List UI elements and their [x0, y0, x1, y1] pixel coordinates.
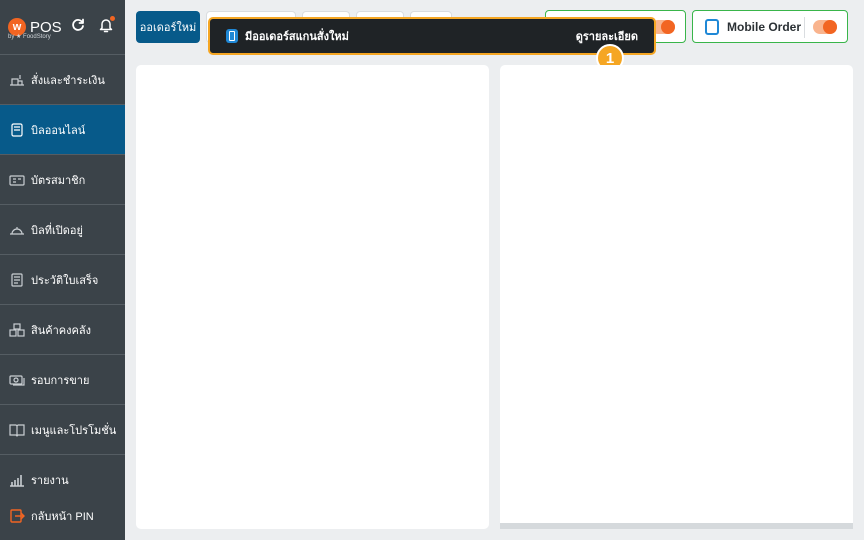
menu-promo-icon	[8, 423, 26, 437]
notification-dot	[110, 16, 115, 21]
switch-knob	[661, 20, 675, 34]
sidebar-item-sales-round[interactable]: รอบการขาย	[0, 354, 125, 404]
new-order-button[interactable]: ออเดอร์ใหม่	[136, 11, 200, 43]
exit-icon	[8, 509, 26, 523]
mobile-order-toggle-card[interactable]: Mobile Order	[692, 10, 848, 43]
bill-detail-footer	[500, 523, 853, 529]
new-scan-order-toast[interactable]: มีออเดอร์สแกนสั่งใหม่ ดูรายละเอียด	[208, 17, 656, 55]
mobile-order-label: Mobile Order	[727, 19, 802, 34]
refresh-icon[interactable]	[69, 16, 87, 34]
sidebar-item-label: รอบการขาย	[31, 374, 90, 387]
brand: w POS by ★ FoodStory	[0, 0, 125, 54]
sidebar-item-report[interactable]: รายงาน	[0, 454, 125, 504]
sidebar-item-label: รายงาน	[31, 474, 69, 487]
view-details-link[interactable]: ดูรายละเอียด	[576, 27, 638, 45]
sidebar-item-label: สั่งและชำระเงิน	[31, 74, 105, 87]
bill-detail-panel	[500, 65, 853, 523]
phone-icon	[226, 29, 238, 43]
report-icon	[8, 473, 26, 487]
order-pay-icon	[8, 73, 26, 87]
member-card-icon	[8, 173, 26, 187]
bill-list-panel	[136, 65, 489, 529]
toast-message: มีออเดอร์สแกนสั่งใหม่	[245, 31, 349, 43]
sidebar-nav: สั่งและชำระเงิน บิลออนไลน์ บัตรสมาชิก บิ…	[0, 54, 125, 504]
sidebar-item-online-bill[interactable]: บิลออนไลน์	[0, 104, 125, 154]
mobile-order-switch[interactable]	[813, 20, 837, 34]
sidebar-item-menu-promo[interactable]: เมนูและโปรโมชั่น	[0, 404, 125, 454]
sidebar-item-label: บิลออนไลน์	[31, 124, 86, 137]
phone-icon	[705, 18, 719, 35]
switch-knob	[823, 20, 837, 34]
bell-icon[interactable]	[97, 16, 115, 34]
open-bill-icon	[8, 223, 26, 237]
back-to-pin-label: กลับหน้า PIN	[31, 511, 94, 523]
online-bill-icon	[8, 122, 26, 137]
sidebar-item-label: เมนูและโปรโมชั่น	[31, 424, 117, 437]
sidebar-item-label: สินค้าคงคลัง	[31, 324, 91, 337]
sidebar-item-inventory[interactable]: สินค้าคงคลัง	[0, 304, 125, 354]
sidebar-item-open-bill[interactable]: บิลที่เปิดอยู่	[0, 204, 125, 254]
sidebar-item-receipt-history[interactable]: ประวัติใบเสร็จ	[0, 254, 125, 304]
header-icons	[69, 16, 115, 34]
brand-subtitle: by ★ FoodStory	[8, 34, 51, 40]
receipt-history-icon	[8, 272, 26, 287]
sidebar-item-label: ประวัติใบเสร็จ	[31, 274, 99, 287]
sidebar-item-member-card[interactable]: บัตรสมาชิก	[0, 154, 125, 204]
sidebar: w POS by ★ FoodStory สั่งและชำระเงิน บิล…	[0, 0, 125, 540]
divider	[804, 17, 805, 38]
inventory-icon	[8, 322, 26, 337]
sidebar-item-order-pay[interactable]: สั่งและชำระเงิน	[0, 54, 125, 104]
sidebar-item-label: บิลที่เปิดอยู่	[31, 224, 83, 237]
sales-round-icon	[8, 373, 26, 387]
back-to-pin-button[interactable]: กลับหน้า PIN	[0, 500, 125, 532]
sidebar-item-label: บัตรสมาชิก	[31, 174, 86, 187]
